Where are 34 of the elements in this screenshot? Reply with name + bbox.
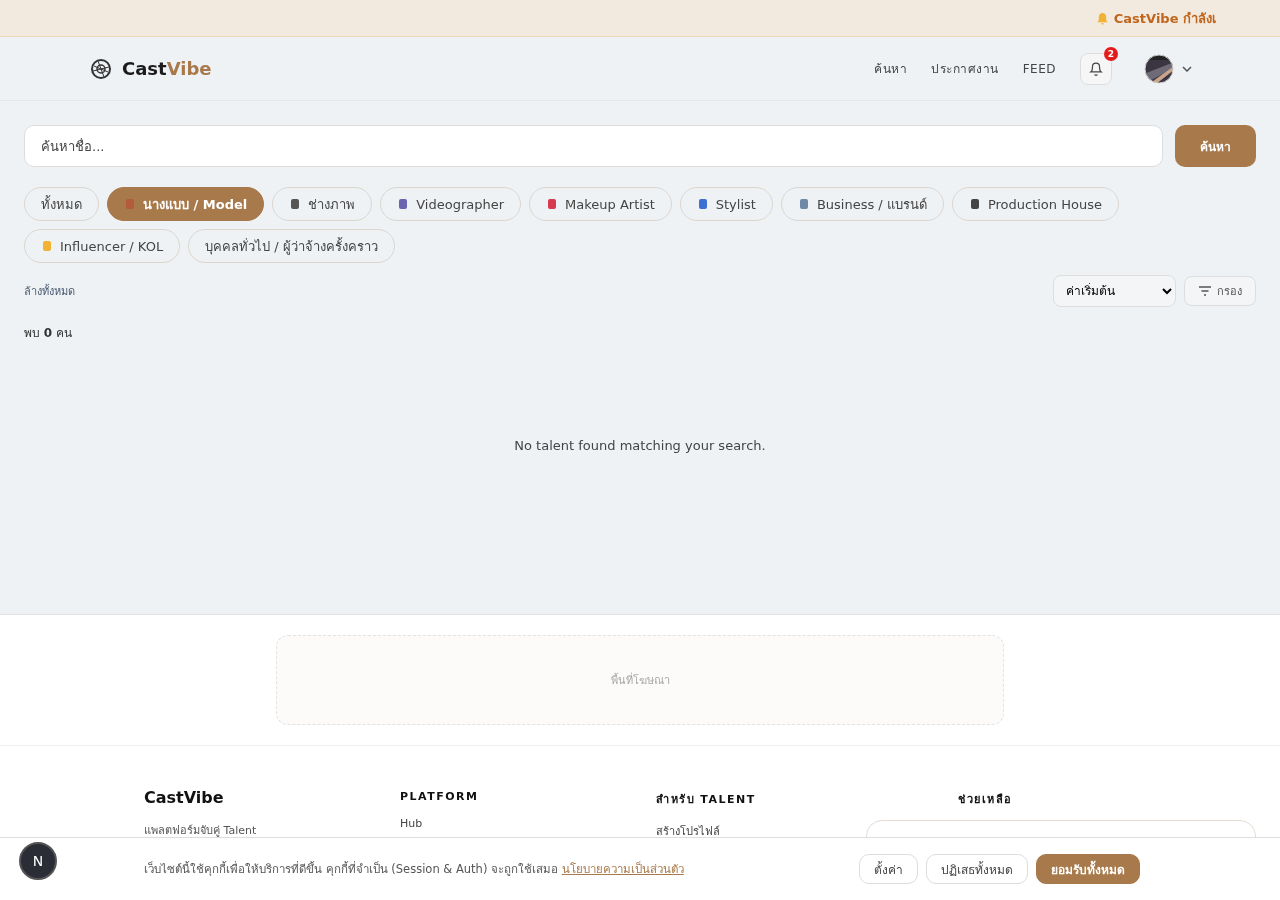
account-menu[interactable]: [1144, 53, 1192, 84]
search-button[interactable]: ค้นหา: [1175, 125, 1256, 167]
footer-tagline: แพลตฟอร์มจับคู่ Talent: [144, 823, 258, 839]
clear-all-link[interactable]: ล้างทั้งหมด: [24, 282, 75, 300]
announcement-text: CastVibe กำลังเ: [1095, 7, 1216, 29]
filter-icon: [1198, 286, 1211, 296]
privacy-link[interactable]: นโยบายความเป็นส่วนตัว: [561, 862, 684, 876]
logo-icon: [90, 57, 112, 80]
ad-label: พื้นที่โฆษณา: [610, 671, 670, 689]
footer-heading: PLATFORM: [400, 790, 480, 803]
bell-icon: [1095, 11, 1109, 25]
search-field[interactable]: ค้นหาชื่อ...: [24, 125, 1163, 167]
cookie-notice: เว็บไซต์นี้ใช้คุกกี้เพื่อให้บริการที่ดีขึ้น คุกกี้ที่จำเป็น (Session & Auth) จะถูกใช้เสมอ นโยบายความเป็นส่วนตัว: [144, 860, 685, 878]
bell-icon: [1089, 61, 1103, 76]
notification-badge: 2: [1104, 46, 1118, 61]
footer-brand: CastVibe: [144, 788, 225, 807]
notification-button[interactable]: [1080, 52, 1112, 85]
cookie-button[interactable]: ตั้งค่า: [859, 854, 918, 884]
empty-message: No talent found matching your search.: [513, 438, 767, 453]
footer-link[interactable]: Hub: [400, 817, 423, 830]
category-chip[interactable]: นางแบบ / Model: [107, 187, 265, 221]
footer-heading: ช่วยเหลือ: [957, 792, 1014, 808]
footer-link[interactable]: สร้างโปรไฟล์: [656, 822, 720, 840]
cookie-button[interactable]: ปฏิเสธทั้งหมด: [926, 854, 1028, 884]
nav-link[interactable]: ค้นหา: [874, 59, 908, 78]
footer-heading: สำหรับ TALENT: [656, 792, 757, 808]
accept-button[interactable]: ยอมรับทั้งหมด: [1036, 854, 1140, 884]
chevron-down-icon: [1182, 65, 1192, 72]
logo-text[interactable]: CastVibe: [122, 58, 212, 79]
nav-link[interactable]: ประกาศงาน: [931, 59, 999, 78]
sort-select[interactable]: ค่าเริ่มต้น: [1053, 275, 1176, 307]
result-count: พบ 0 คน: [24, 325, 73, 342]
filter-button[interactable]: กรอง: [1184, 276, 1256, 306]
nav-link[interactable]: FEED: [1022, 61, 1056, 76]
